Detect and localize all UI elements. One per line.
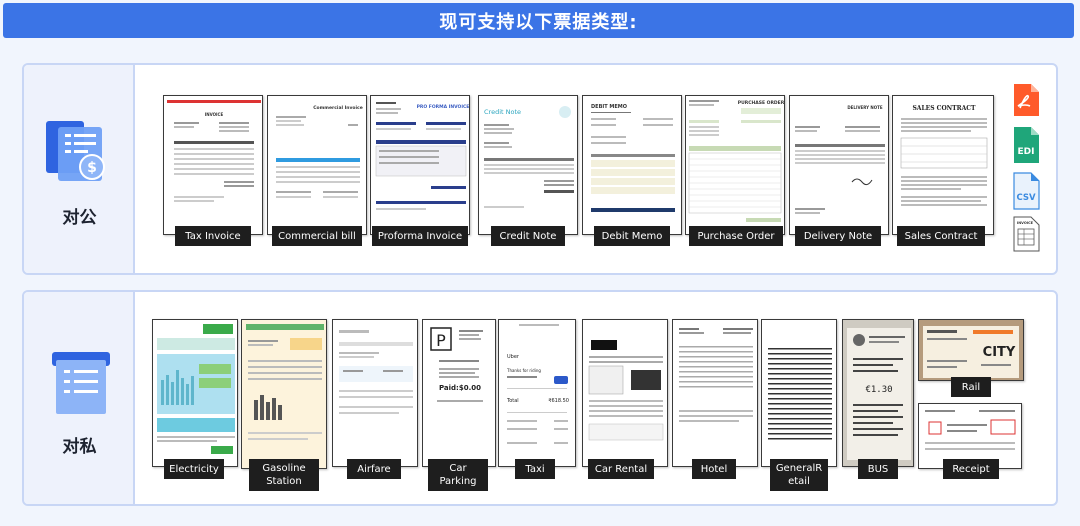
car-rental-thumbnail[interactable]: [582, 319, 668, 467]
parking-symbol: P: [436, 331, 446, 350]
sales-contract-thumbnail[interactable]: SALES CONTRACT: [892, 95, 994, 235]
bus-thumbnail[interactable]: €1.30: [842, 319, 914, 467]
invoice-icon: INVOICE: [1013, 216, 1040, 252]
doc-label-car-parking: Car Parking: [428, 459, 488, 491]
doc-label-commercial-bill: Commercial bill: [272, 226, 362, 246]
taxi-total: ₹618.50: [548, 398, 569, 404]
commercial-bill-thumbnail[interactable]: Commercial Invoice: [267, 95, 367, 235]
airfare-thumbnail[interactable]: [332, 319, 418, 467]
doc-label-taxi: Taxi: [515, 459, 555, 479]
hotel-thumbnail[interactable]: [672, 319, 758, 467]
thumb-title: DELIVERY NOTE: [847, 105, 883, 110]
rail-thumbnail[interactable]: CITY: [918, 319, 1024, 381]
svg-text:EDI: EDI: [1018, 147, 1035, 157]
rail-city: CITY: [983, 345, 1016, 360]
doc-label-airfare: Airfare: [347, 459, 401, 479]
svg-text:$: $: [87, 160, 97, 176]
thumb-title: DEBIT MEMO: [591, 104, 627, 110]
doc-label-sales-contract: Sales Contract: [897, 226, 985, 246]
doc-label-tax-invoice: Tax Invoice: [175, 226, 251, 246]
proforma-invoice-thumbnail[interactable]: PRO FORMA INVOICE: [370, 95, 470, 235]
purchase-order-thumbnail[interactable]: PURCHASE ORDER: [685, 95, 785, 235]
credit-note-thumbnail[interactable]: Credit Note: [478, 95, 578, 235]
thumb-title: PURCHASE ORDER: [738, 100, 785, 106]
doc-label-proforma-invoice: Proforma Invoice: [372, 226, 468, 246]
csv-icon: CSV: [1013, 172, 1040, 210]
doc-label-purchase-order: Purchase Order: [689, 226, 783, 246]
taxi-brand: Uber: [507, 354, 520, 360]
delivery-note-thumbnail[interactable]: DELIVERY NOTE: [789, 95, 889, 235]
tax-invoice-thumbnail[interactable]: INVOICE: [163, 95, 263, 235]
thumb-title: Credit Note: [484, 108, 521, 116]
corporate-invoice-icon: $: [46, 121, 105, 181]
doc-label-hotel: Hotel: [692, 459, 736, 479]
thumb-title: PRO FORMA INVOICE: [417, 104, 470, 110]
debit-memo-thumbnail[interactable]: DEBIT MEMO: [582, 95, 682, 235]
corporate-label: 对公: [62, 208, 97, 228]
thumb-title: SALES CONTRACT: [912, 105, 976, 112]
page-title: 现可支持以下票据类型:: [3, 3, 1074, 38]
electricity-thumbnail[interactable]: [152, 319, 238, 467]
corporate-sidebar: $ 对公: [24, 65, 135, 273]
pdf-icon: [1014, 84, 1039, 116]
parking-paid: Paid:$0.00: [439, 384, 481, 392]
taxi-thanks: Thanks for riding: [506, 368, 541, 373]
doc-label-gasoline-station: Gasoline Station: [249, 459, 319, 491]
private-label: 对私: [62, 437, 97, 457]
doc-label-debit-memo: Debit Memo: [594, 226, 670, 246]
svg-text:Total: Total: [506, 398, 519, 404]
gasoline-station-thumbnail[interactable]: [241, 319, 327, 469]
doc-label-rail: Rail: [951, 377, 991, 397]
thumb-title: Commercial Invoice: [313, 105, 363, 111]
doc-label-general-retail: GeneralR etail: [770, 459, 828, 491]
car-parking-thumbnail[interactable]: P Paid:$0.00: [422, 319, 496, 467]
doc-label-bus: BUS: [858, 459, 898, 479]
bus-price: €1.30: [865, 385, 892, 395]
doc-label-credit-note: Credit Note: [491, 226, 565, 246]
thumb-title: INVOICE: [205, 112, 224, 117]
private-receipt-icon: [52, 352, 110, 414]
doc-label-car-rental: Car Rental: [588, 459, 654, 479]
doc-label-electricity: Electricity: [164, 459, 224, 479]
doc-label-delivery-note: Delivery Note: [795, 226, 881, 246]
svg-text:CSV: CSV: [1016, 193, 1036, 203]
general-retail-thumbnail[interactable]: [761, 319, 837, 467]
svg-text:INVOICE: INVOICE: [1017, 221, 1034, 225]
edi-icon: EDI: [1014, 127, 1039, 163]
doc-label-receipt: Receipt: [943, 459, 999, 479]
taxi-thumbnail[interactable]: Uber Thanks for riding Total ₹618.50: [498, 319, 576, 467]
private-sidebar: 对私: [24, 292, 135, 504]
